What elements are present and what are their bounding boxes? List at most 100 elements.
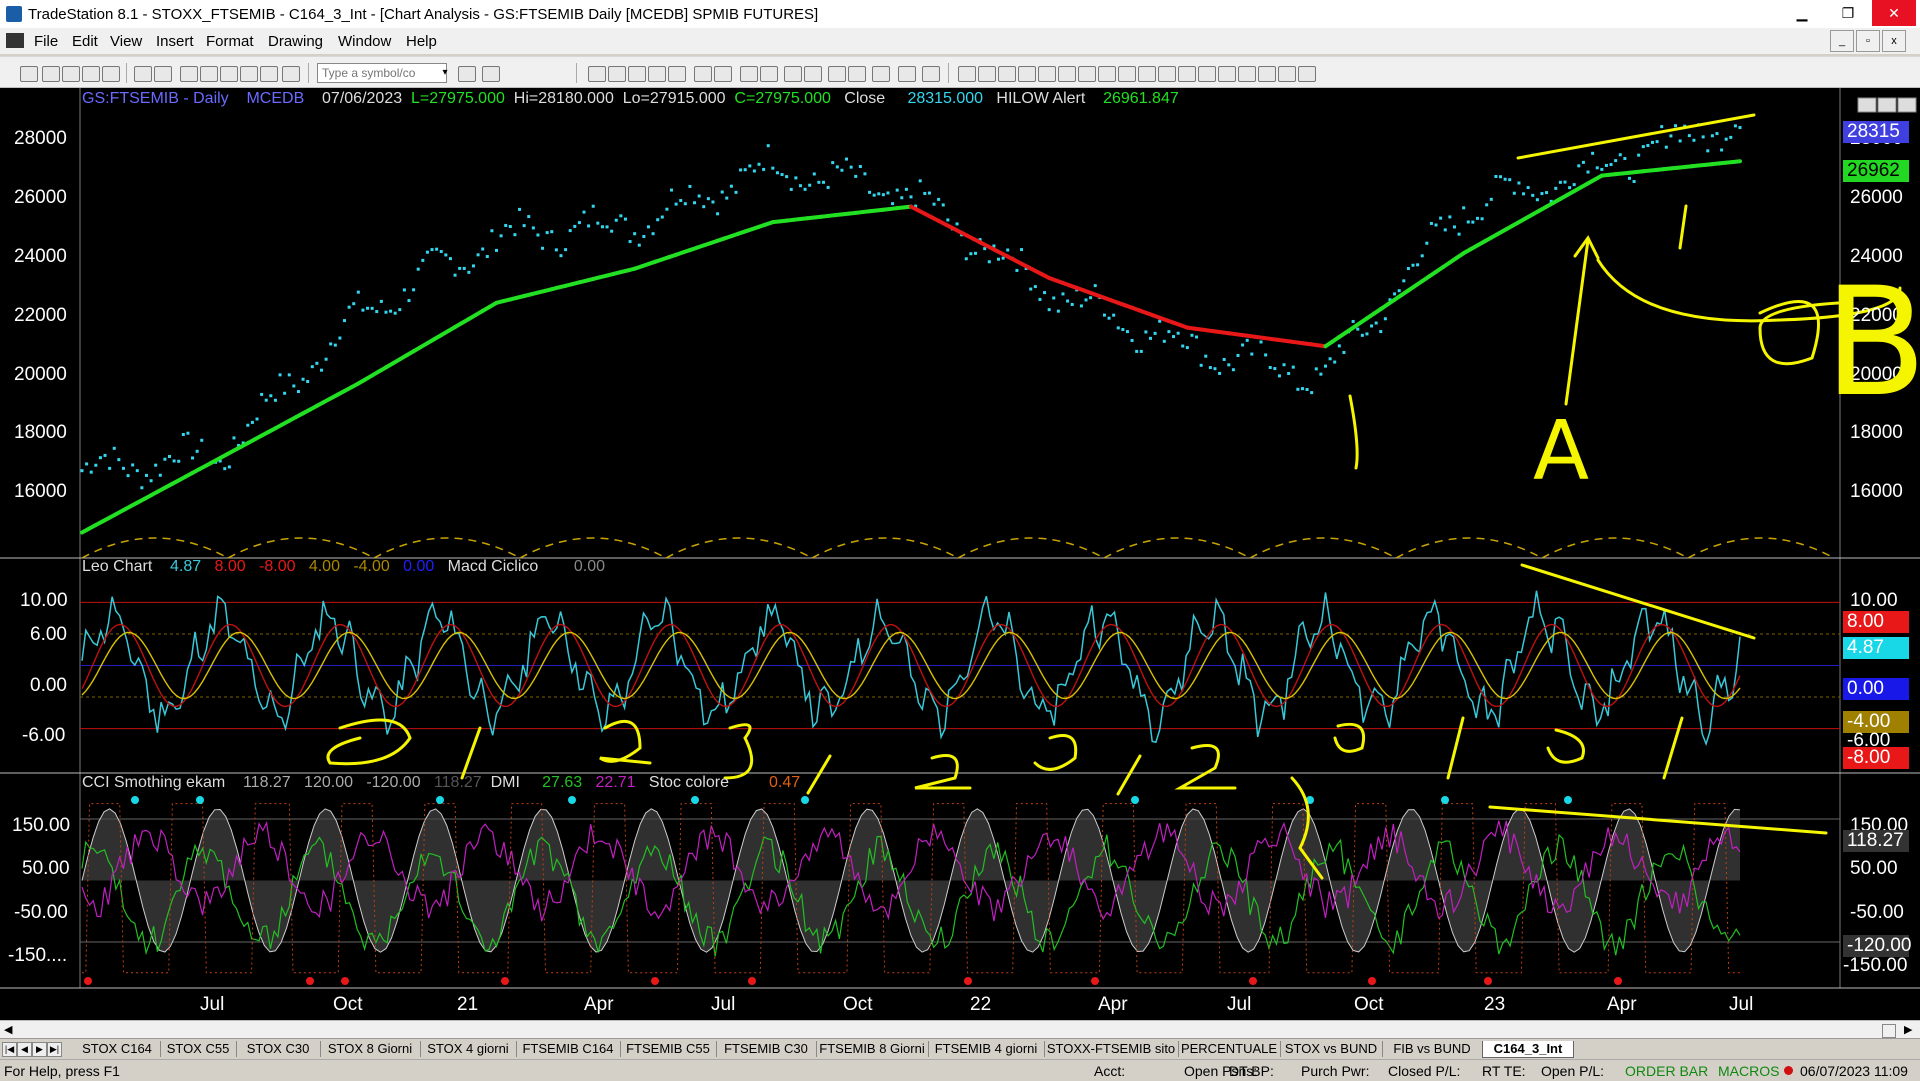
macros-button[interactable]: MACROS (1718, 1063, 1779, 1079)
tab-stox-c55[interactable]: STOX C55 (160, 1041, 237, 1057)
tab-ftsemib-8-giorni[interactable]: FTSEMIB 8 Giorni (816, 1041, 929, 1057)
scroll-left-icon[interactable]: ◀ (4, 1023, 12, 1036)
print-icon[interactable] (134, 66, 152, 82)
menu-file[interactable]: File (34, 33, 58, 50)
zoom-in-icon[interactable] (784, 66, 802, 82)
scroll-right-icon[interactable]: ▶ (1904, 1023, 1912, 1036)
line-chart-icon[interactable] (628, 66, 646, 82)
speed-lines-icon[interactable] (1018, 66, 1036, 82)
time-zones-icon[interactable] (1078, 66, 1096, 82)
tab-ftsemib-c164[interactable]: FTSEMIB C164 (516, 1041, 621, 1057)
chart-window-icon[interactable] (6, 33, 24, 48)
scroll-icon[interactable] (760, 66, 778, 82)
tab-stox-4-giorni[interactable]: STOX 4 giorni (420, 1041, 517, 1057)
symbol-lookup-icon[interactable] (482, 66, 500, 82)
format-symbol-icon[interactable] (694, 66, 712, 82)
minimize-button[interactable]: ▁ (1780, 0, 1824, 26)
dot-chart-icon[interactable] (668, 66, 686, 82)
horizontal-line-icon[interactable] (978, 66, 996, 82)
tab-ftsemib-c30[interactable]: FTSEMIB C30 (716, 1041, 817, 1057)
tab-ftsemib-4-giorni[interactable]: FTSEMIB 4 giorni (928, 1041, 1045, 1057)
point-figure-icon[interactable] (648, 66, 666, 82)
price-bar (117, 458, 121, 462)
crosshair-icon[interactable] (848, 66, 866, 82)
price-bar (195, 449, 199, 453)
tab-stox-c30[interactable]: STOX C30 (236, 1041, 321, 1057)
open-icon[interactable] (42, 66, 60, 82)
regression-icon[interactable] (1058, 66, 1076, 82)
lock-icon[interactable] (220, 66, 238, 82)
prev-tab-icon[interactable]: ◀ (17, 1042, 32, 1057)
bar-chart-icon[interactable] (588, 66, 606, 82)
menu-edit[interactable]: Edit (72, 33, 98, 50)
tab-stox-vs-bund[interactable]: STOX vs BUND (1280, 1041, 1383, 1057)
menu-view[interactable]: View (110, 33, 142, 50)
first-tab-icon[interactable]: |◀ (2, 1042, 17, 1057)
symbol-dropdown-icon[interactable]: ▾ (437, 64, 453, 82)
price-bar (1291, 365, 1295, 369)
cycle-arc (81, 537, 229, 559)
tab-fib-vs-bund[interactable]: FIB vs BUND (1382, 1041, 1483, 1057)
restore-button[interactable]: ❐ (1826, 0, 1870, 26)
print-preview-icon[interactable] (154, 66, 172, 82)
ellipse-icon[interactable] (1258, 66, 1276, 82)
andrews-pitchfork-icon[interactable] (1098, 66, 1116, 82)
menu-insert[interactable]: Insert (156, 33, 194, 50)
pointer-icon[interactable] (828, 66, 846, 82)
abc-text-icon[interactable] (1298, 66, 1316, 82)
tab-c164-3-int[interactable]: C164_3_Int (1482, 1041, 1574, 1058)
price-bar (389, 309, 393, 313)
order-icon[interactable] (922, 66, 940, 82)
price-bar (752, 169, 756, 173)
candle-chart-icon[interactable] (608, 66, 626, 82)
tools-icon[interactable] (872, 66, 890, 82)
arrow-up-icon[interactable] (1238, 66, 1256, 82)
chart-analysis-window[interactable]: GS:FTSEMIB - Daily MCEDB 07/06/2023 L=27… (0, 88, 1920, 1020)
window-arrange-icon[interactable] (200, 66, 218, 82)
save-icon[interactable] (82, 66, 100, 82)
gann-fan-icon[interactable] (1038, 66, 1056, 82)
chart-link-icon[interactable] (282, 66, 300, 82)
arrow-down-icon[interactable] (1218, 66, 1236, 82)
window-list-icon[interactable] (180, 66, 198, 82)
annotation-letter-b: B (1824, 256, 1920, 430)
tab-percentuale[interactable]: PERCENTUALE (1178, 1041, 1281, 1057)
rectangle-icon[interactable] (1278, 66, 1296, 82)
mdi-minimize-button[interactable]: _ (1830, 30, 1854, 52)
link-icon[interactable] (240, 66, 258, 82)
new-icon[interactable] (20, 66, 38, 82)
close-button[interactable]: ✕ (1872, 0, 1916, 26)
strategy-icon[interactable] (898, 66, 916, 82)
scroll-thumb[interactable] (1882, 1024, 1896, 1038)
go-icon[interactable] (458, 66, 476, 82)
save-workspace-icon[interactable] (102, 66, 120, 82)
zoom-out-icon[interactable] (804, 66, 822, 82)
arc-icon[interactable] (1158, 66, 1176, 82)
symbol-input[interactable] (317, 63, 447, 83)
globe-icon[interactable] (260, 66, 278, 82)
insert-study-icon[interactable] (714, 66, 732, 82)
chart-canvas[interactable] (0, 88, 1920, 1020)
freehand-icon[interactable] (1198, 66, 1216, 82)
last-tab-icon[interactable]: ▶| (47, 1042, 62, 1057)
tab-stox-c164[interactable]: STOX C164 (74, 1041, 161, 1057)
next-tab-icon[interactable]: ▶ (32, 1042, 47, 1057)
mdi-close-button[interactable]: x (1882, 30, 1906, 52)
text-icon[interactable] (1178, 66, 1196, 82)
mdi-restore-button[interactable]: ▫ (1856, 30, 1880, 52)
fibonacci-icon[interactable] (998, 66, 1016, 82)
tab-ftsemib-c55[interactable]: FTSEMIB C55 (620, 1041, 717, 1057)
cycle-lines-icon[interactable] (1138, 66, 1156, 82)
horizontal-scrollbar[interactable]: ◀ ▶ (0, 1020, 1920, 1039)
menu-help[interactable]: Help (406, 33, 437, 50)
menu-window[interactable]: Window (338, 33, 391, 50)
channel-icon[interactable] (1118, 66, 1136, 82)
trendline-icon[interactable] (958, 66, 976, 82)
menu-format[interactable]: Format (206, 33, 254, 50)
open-workspace-icon[interactable] (62, 66, 80, 82)
order-bar-button[interactable]: ORDER BAR (1625, 1063, 1708, 1079)
tab-stox-8-giorni[interactable]: STOX 8 Giorni (320, 1041, 421, 1057)
menu-drawing[interactable]: Drawing (268, 33, 323, 50)
bar-spacing-icon[interactable] (740, 66, 758, 82)
tab-stoxx-ftsemib-sito[interactable]: STOXX-FTSEMIB sito (1044, 1041, 1179, 1057)
